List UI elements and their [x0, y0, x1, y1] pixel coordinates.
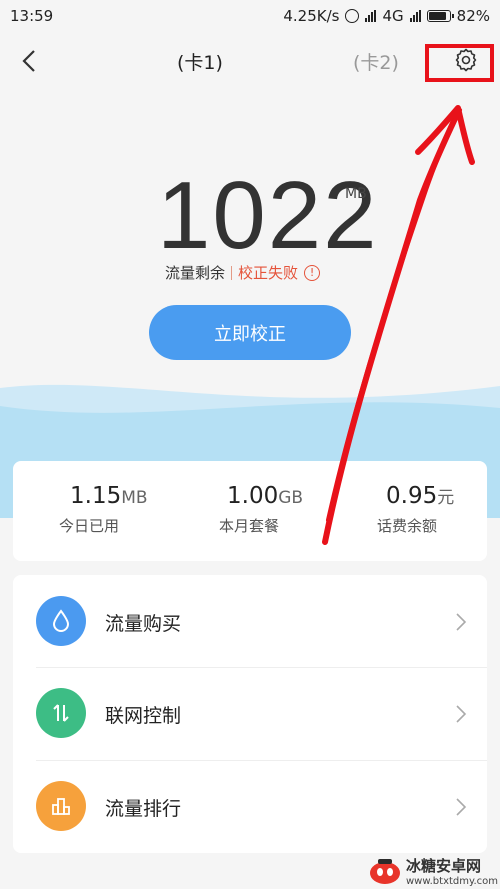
stat-today-used[interactable]: 1.15MB 今日已用	[13, 461, 171, 561]
menu-label: 联网控制	[105, 705, 182, 727]
battery-icon	[426, 10, 454, 22]
data-remaining-value: 1022	[157, 162, 379, 269]
remain-label: 流量剩余	[165, 264, 226, 282]
bar-chart-icon	[52, 798, 70, 815]
up-down-arrows-icon	[53, 704, 69, 722]
menu-card: 流量购买 联网控制 流量排行	[13, 575, 487, 853]
signal-icon	[365, 10, 377, 22]
status-bar: 13:59 4.25K/s 4G 82%	[0, 0, 500, 32]
divider	[231, 265, 233, 280]
alarm-icon	[345, 9, 360, 23]
warning-icon[interactable]: !	[304, 264, 321, 281]
stat-balance[interactable]: 0.95元 话费余额	[329, 461, 487, 561]
calibrate-button[interactable]: 立即校正	[149, 305, 351, 360]
menu-item-buy-data[interactable]: 流量购买	[13, 575, 487, 667]
watermark-text: 冰糖安卓网 www.btxtdmy.com	[406, 855, 498, 887]
stat-monthly-plan[interactable]: 1.00GB 本月套餐	[171, 461, 329, 561]
menu-icon-bg	[36, 781, 86, 831]
chevron-right-icon	[456, 613, 467, 631]
stat-value: 1.00GB	[227, 483, 304, 509]
menu-item-data-ranking[interactable]: 流量排行	[13, 761, 487, 853]
watermark-url: www.btxtdmy.com	[406, 875, 499, 887]
menu-label: 流量排行	[105, 798, 182, 820]
menu-icon-bg	[36, 596, 86, 646]
data-remaining-unit: MB	[345, 186, 367, 202]
watermark-title: 冰糖安卓网	[406, 856, 482, 875]
tab-card1[interactable]: (卡1)	[177, 48, 223, 75]
tab-card2[interactable]: (卡2)	[353, 48, 399, 75]
annotation-highlight-box	[425, 44, 494, 82]
back-button[interactable]	[14, 46, 44, 76]
signal-icon-2	[409, 10, 421, 22]
status-icons: 4.25K/s 4G 82%	[283, 7, 490, 25]
network-type: 4G	[382, 7, 404, 25]
chevron-right-icon	[456, 798, 467, 816]
stat-label: 话费余额	[377, 517, 438, 535]
menu-icon-bg	[36, 688, 86, 738]
droplet-icon	[52, 609, 70, 632]
network-speed: 4.25K/s	[283, 7, 340, 25]
battery-level: 82%	[456, 7, 490, 25]
chevron-right-icon	[456, 705, 467, 723]
menu-label: 流量购买	[105, 613, 182, 635]
calibration-status[interactable]: 校正失败	[238, 262, 298, 283]
stat-value: 1.15MB	[70, 483, 148, 509]
menu-item-network-control[interactable]: 联网控制	[13, 668, 487, 760]
stat-value: 0.95元	[386, 483, 455, 509]
stat-label: 今日已用	[59, 517, 120, 535]
watermark-logo-icon	[370, 858, 400, 884]
stats-card: 1.15MB 今日已用 1.00GB 本月套餐 0.95元 话费余额	[13, 461, 487, 561]
watermark: 冰糖安卓网 www.btxtdmy.com	[368, 852, 500, 889]
status-time: 13:59	[10, 7, 54, 25]
stat-label: 本月套餐	[219, 517, 280, 535]
chevron-left-icon	[22, 50, 35, 72]
remain-status-row: 流量剩余 校正失败 !	[165, 262, 321, 283]
